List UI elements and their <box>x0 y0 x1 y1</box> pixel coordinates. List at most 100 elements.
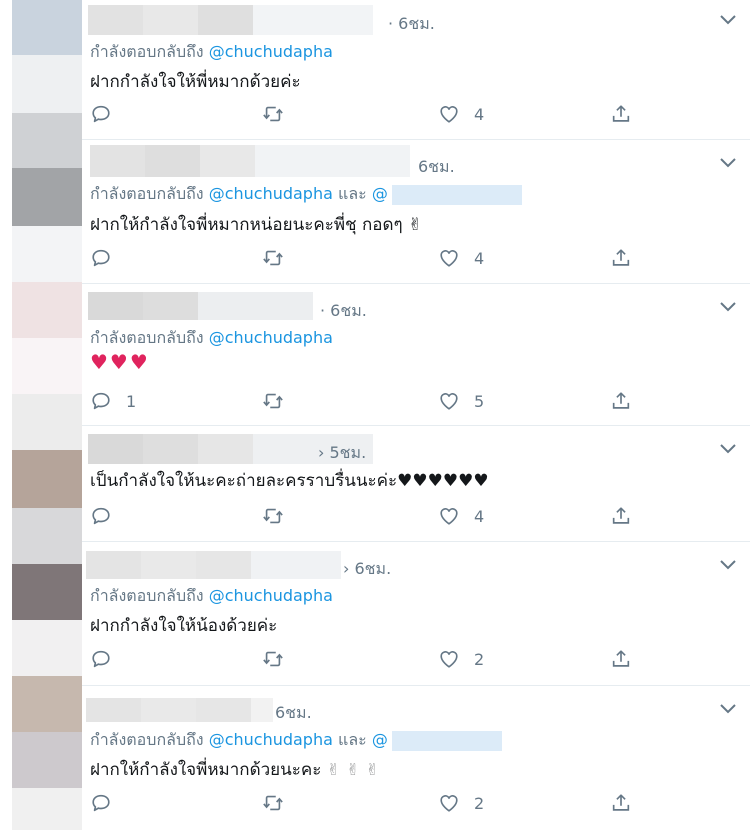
replying-to: กำลังตอบกลับถึง @chuchudapha <box>90 40 333 65</box>
replying-to: กำลังตอบกลับถึง @chuchudapha <box>90 584 333 609</box>
share-button[interactable] <box>610 386 632 416</box>
reply-icon <box>92 794 110 812</box>
share-icon <box>612 105 630 122</box>
tweet-timestamp[interactable]: 6ชม. <box>275 701 312 726</box>
heart-icon <box>440 106 458 123</box>
like-button[interactable]: 2 <box>438 788 484 818</box>
retweet-button[interactable] <box>262 386 298 416</box>
share-icon <box>612 650 630 667</box>
reply-icon <box>92 105 110 123</box>
replying-to-label: กำลังตอบกลับถึง <box>90 328 204 347</box>
tweet[interactable]: › 5ชม. เป็นกำลังใจให้นะคะถ่ายละครราบรื่น… <box>0 426 750 542</box>
chevron-down-icon[interactable] <box>720 302 736 312</box>
username-redacted[interactable] <box>86 551 341 579</box>
peace-emoji: ✌✌✌ <box>326 760 386 779</box>
like-count: 4 <box>474 248 485 268</box>
tweet-actions: 4 <box>90 501 650 531</box>
conjunction: และ <box>338 184 367 203</box>
reply-button[interactable] <box>90 99 126 129</box>
share-button[interactable] <box>610 99 632 129</box>
retweet-button[interactable] <box>262 788 298 818</box>
replying-to: กำลังตอบกลับถึง @chuchudapha และ @ <box>90 728 502 753</box>
tweet-actions: 2 <box>90 788 650 818</box>
share-button[interactable] <box>610 501 632 531</box>
chevron-down-icon[interactable] <box>720 158 736 168</box>
reply-button[interactable] <box>90 788 126 818</box>
username-redacted[interactable] <box>86 698 273 722</box>
like-button[interactable]: 5 <box>438 386 484 416</box>
chevron-down-icon[interactable] <box>720 444 736 454</box>
like-button[interactable]: 4 <box>438 99 484 129</box>
reply-feed: · 6ชม. กำลังตอบกลับถึง @chuchudapha ฝากก… <box>0 0 750 830</box>
retweet-button[interactable] <box>262 243 298 273</box>
tweet[interactable]: 6ชม. กำลังตอบกลับถึง @chuchudapha และ @ … <box>0 686 750 830</box>
mention-link-2[interactable]: @ <box>372 184 388 203</box>
replying-to-label: กำลังตอบกลับถึง <box>90 184 204 203</box>
retweet-icon <box>263 795 283 811</box>
username-redacted[interactable] <box>90 145 410 177</box>
mention-link[interactable]: @chuchudapha <box>209 184 333 203</box>
mention-redacted[interactable] <box>391 184 522 205</box>
tweet-text: ฝากกำลังใจให้น้องด้วยค่ะ <box>90 616 278 636</box>
retweet-icon <box>263 508 283 524</box>
tweet-timestamp[interactable]: › 6ชม. <box>343 557 391 582</box>
replying-to-label: กำลังตอบกลับถึง <box>90 730 204 749</box>
heart-icon <box>440 795 458 812</box>
mention-link[interactable]: @chuchudapha <box>209 730 333 749</box>
retweet-button[interactable] <box>262 501 298 531</box>
share-icon <box>612 249 630 266</box>
tweet[interactable]: 6ชม. กำลังตอบกลับถึง @chuchudapha และ @ … <box>0 140 750 284</box>
tweet-text: เป็นกำลังใจให้นะคะถ่ายละครราบรื่นนะค่ะ♥♥… <box>90 471 489 491</box>
tweet-timestamp[interactable]: · 6ชม. <box>320 299 367 324</box>
tweet-actions: 2 <box>90 644 650 674</box>
reply-button[interactable] <box>90 644 126 674</box>
chevron-down-icon[interactable] <box>720 560 736 570</box>
retweet-icon <box>263 250 283 266</box>
tweet-actions: 4 <box>90 99 650 129</box>
like-count: 4 <box>474 506 485 526</box>
tweet-timestamp[interactable]: · 6ชม. <box>388 12 435 37</box>
share-button[interactable] <box>610 644 632 674</box>
reply-button[interactable]: 1 <box>90 386 136 416</box>
chevron-down-icon[interactable] <box>720 15 736 25</box>
like-button[interactable]: 4 <box>438 243 484 273</box>
tweet[interactable]: › 6ชม. กำลังตอบกลับถึง @chuchudapha ฝากก… <box>0 542 750 686</box>
reply-icon <box>92 650 110 668</box>
mention-redacted[interactable] <box>391 730 502 751</box>
reply-button[interactable] <box>90 243 126 273</box>
reply-icon <box>92 249 110 267</box>
reply-count: 1 <box>126 391 137 411</box>
reply-icon <box>92 507 110 525</box>
mention-link[interactable]: @chuchudapha <box>209 42 333 61</box>
retweet-icon <box>263 651 283 667</box>
share-button[interactable] <box>610 788 632 818</box>
share-button[interactable] <box>610 243 632 273</box>
heart-icon <box>440 651 458 668</box>
tweet[interactable]: · 6ชม. กำลังตอบกลับถึง @chuchudapha ฝากก… <box>0 0 750 140</box>
replying-to: กำลังตอบกลับถึง @chuchudapha และ @ <box>90 182 522 207</box>
tweet-text: ฝากกำลังใจให้พี่หมากด้วยค่ะ <box>90 72 301 92</box>
mention-link[interactable]: @chuchudapha <box>209 586 333 605</box>
tweet[interactable]: · 6ชม. กำลังตอบกลับถึง @chuchudapha ♥♥♥ … <box>0 284 750 426</box>
mention-link[interactable]: @chuchudapha <box>209 328 333 347</box>
share-icon <box>612 392 630 409</box>
mention-link-2[interactable]: @ <box>372 730 388 749</box>
username-redacted[interactable] <box>88 5 373 35</box>
tweet-timestamp[interactable]: 6ชม. <box>418 155 455 180</box>
tweet-actions: 1 5 <box>90 386 650 416</box>
retweet-icon <box>263 393 283 409</box>
like-count: 4 <box>474 104 485 124</box>
retweet-button[interactable] <box>262 644 298 674</box>
tweet-text: ฝากให้กำลังใจพี่หมากด้วยนะคะ <box>90 760 322 780</box>
retweet-icon <box>263 106 283 122</box>
retweet-button[interactable] <box>262 99 298 129</box>
like-count: 5 <box>474 391 485 411</box>
replying-to: กำลังตอบกลับถึง @chuchudapha <box>90 326 333 351</box>
chevron-down-icon[interactable] <box>720 704 736 714</box>
username-redacted[interactable] <box>88 292 313 320</box>
tweet-timestamp[interactable]: › 5ชม. <box>318 441 366 466</box>
tweet-text-line: ฝากให้กำลังใจพี่หมากด้วยนะคะ ✌✌✌ <box>90 756 385 783</box>
like-button[interactable]: 2 <box>438 644 484 674</box>
like-button[interactable]: 4 <box>438 501 484 531</box>
reply-button[interactable] <box>90 501 126 531</box>
